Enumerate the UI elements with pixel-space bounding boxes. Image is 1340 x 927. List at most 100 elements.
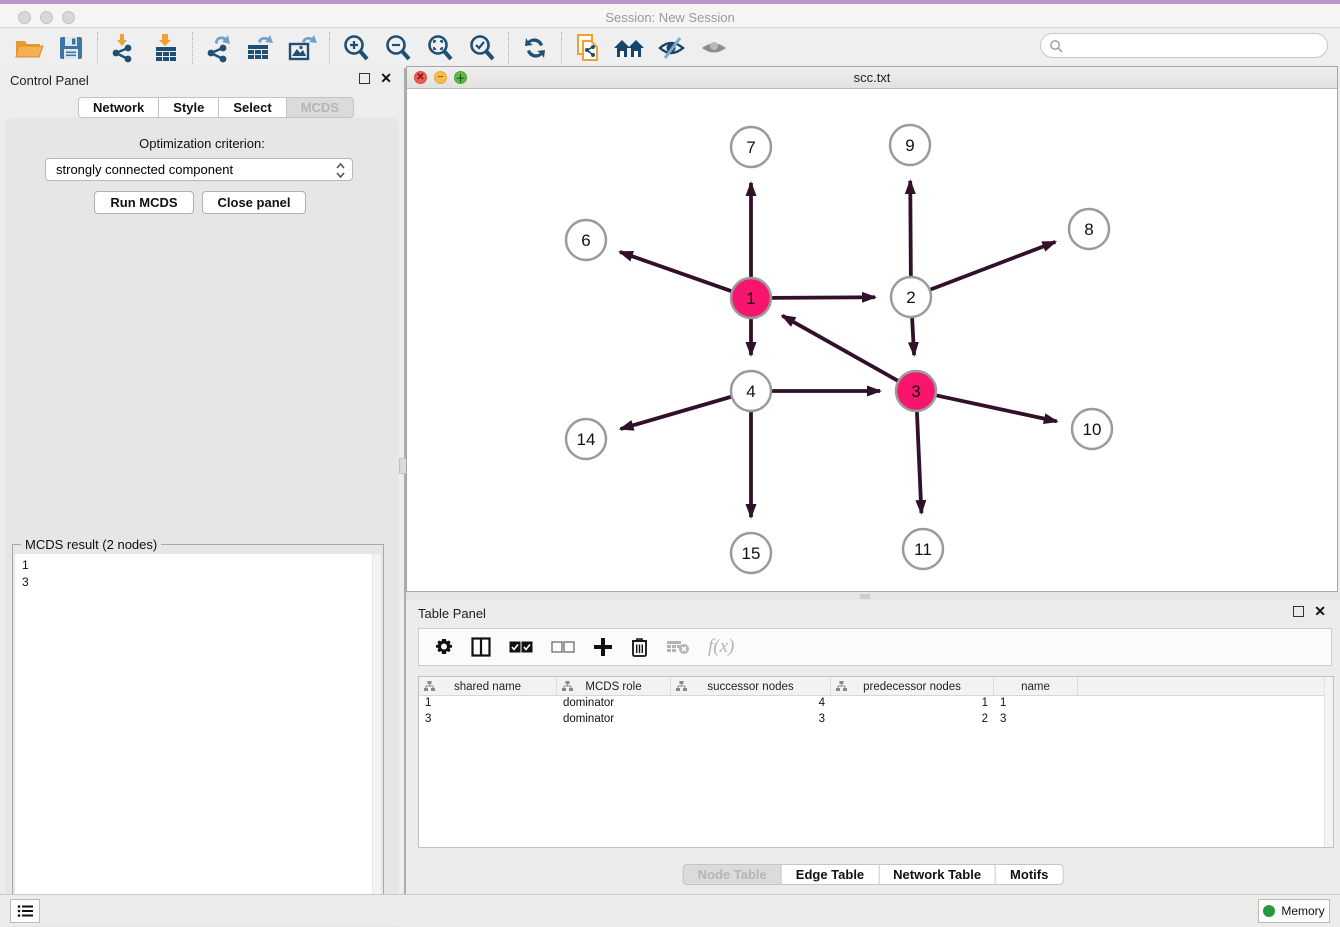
close-panel-button[interactable]: Close panel bbox=[202, 191, 306, 214]
open-session-button[interactable] bbox=[8, 30, 50, 66]
zoom-fit-button[interactable] bbox=[419, 30, 461, 66]
tab-style[interactable]: Style bbox=[159, 97, 219, 118]
show-column-button[interactable] bbox=[471, 637, 491, 657]
import-network-button[interactable] bbox=[103, 30, 145, 66]
export-table-button[interactable] bbox=[240, 30, 282, 66]
table-cell[interactable]: 1 bbox=[831, 696, 994, 712]
function-builder-button[interactable]: f(x) bbox=[708, 636, 734, 658]
trash-icon bbox=[631, 637, 648, 657]
tab-select[interactable]: Select bbox=[219, 97, 286, 118]
refresh-icon bbox=[522, 35, 548, 61]
table-row[interactable]: 1dominator411 bbox=[419, 696, 1333, 712]
edge-4-14[interactable] bbox=[621, 397, 731, 429]
column-header-successor-nodes[interactable]: successor nodes bbox=[671, 677, 831, 696]
zoom-in-icon bbox=[342, 34, 370, 62]
app-titlebar: Session: New Session bbox=[0, 0, 1340, 28]
edge-2-3[interactable] bbox=[912, 318, 914, 355]
network-window-titlebar[interactable]: ✕ − ＋ scc.txt bbox=[407, 67, 1337, 89]
horizontal-divider[interactable] bbox=[406, 592, 1340, 600]
task-history-button[interactable] bbox=[10, 899, 40, 923]
table-panel: Table Panel ✕ bbox=[406, 600, 1340, 894]
mcds-result-scrollbar[interactable] bbox=[372, 554, 381, 920]
network-graph[interactable]: 1234678910111415 bbox=[407, 89, 1337, 591]
mcds-result-text[interactable]: 1 3 bbox=[15, 554, 381, 920]
edge-2-9[interactable] bbox=[910, 181, 911, 276]
close-table-panel-icon[interactable]: ✕ bbox=[1314, 606, 1326, 617]
export-image-button[interactable] bbox=[282, 30, 324, 66]
search-input[interactable] bbox=[1063, 36, 1327, 56]
export-network-icon bbox=[205, 33, 233, 63]
table-row[interactable]: 3dominator323 bbox=[419, 712, 1333, 728]
node-label-10: 10 bbox=[1083, 420, 1102, 439]
table-tabs: Node TableEdge TableNetwork TableMotifs bbox=[683, 864, 1064, 885]
edge-3-10[interactable] bbox=[937, 395, 1057, 421]
zoom-selected-button[interactable] bbox=[461, 30, 503, 66]
delete-column-button[interactable] bbox=[631, 637, 648, 657]
tab-edge-table[interactable]: Edge Table bbox=[782, 864, 879, 885]
unchecked-boxes-icon bbox=[551, 641, 575, 654]
table-cell[interactable]: 3 bbox=[994, 712, 1078, 728]
column-header-predecessor-nodes[interactable]: predecessor nodes bbox=[831, 677, 994, 696]
zoom-selected-icon bbox=[468, 34, 496, 62]
edge-3-1[interactable] bbox=[782, 316, 897, 381]
save-session-button[interactable] bbox=[50, 30, 92, 66]
table-settings-button[interactable] bbox=[435, 638, 453, 656]
edge-1-2[interactable] bbox=[772, 297, 875, 298]
unselect-all-button[interactable] bbox=[551, 641, 575, 654]
edge-3-11[interactable] bbox=[917, 412, 921, 513]
table-cell[interactable]: dominator bbox=[557, 696, 671, 712]
tab-motifs[interactable]: Motifs bbox=[996, 864, 1063, 885]
node-table[interactable]: shared name MCDS role successor nodesprede… bbox=[418, 676, 1334, 848]
close-panel-icon[interactable]: ✕ bbox=[380, 73, 392, 84]
home-icon bbox=[613, 36, 647, 60]
table-cell[interactable]: 1 bbox=[419, 696, 557, 712]
tab-network[interactable]: Network bbox=[78, 97, 159, 118]
hierarchy-icon bbox=[676, 681, 687, 692]
select-all-button[interactable] bbox=[509, 641, 533, 654]
column-header-name[interactable]: name bbox=[994, 677, 1078, 696]
table-cell[interactable]: 4 bbox=[671, 696, 831, 712]
edge-1-6[interactable] bbox=[620, 252, 731, 291]
node-label-11: 11 bbox=[914, 540, 932, 559]
memory-button[interactable]: Memory bbox=[1258, 899, 1330, 923]
checked-boxes-icon bbox=[509, 641, 533, 654]
table-panel-title: Table Panel bbox=[418, 606, 486, 621]
tab-network-table[interactable]: Network Table bbox=[879, 864, 996, 885]
search-box[interactable] bbox=[1040, 33, 1328, 58]
column-label: name bbox=[1021, 681, 1050, 693]
column-label: MCDS role bbox=[585, 681, 641, 693]
float-table-panel-icon[interactable] bbox=[1293, 606, 1304, 617]
hide-eye-button[interactable] bbox=[651, 30, 693, 66]
mcds-result-title: MCDS result (2 nodes) bbox=[21, 537, 161, 552]
table-scrollbar[interactable] bbox=[1324, 677, 1333, 847]
dropdown-stepper-icon bbox=[335, 162, 346, 182]
edge-2-8[interactable] bbox=[931, 242, 1056, 290]
show-eye-button[interactable] bbox=[693, 30, 735, 66]
import-table-button[interactable] bbox=[145, 30, 187, 66]
optimization-criterion-dropdown[interactable]: strongly connected component bbox=[45, 158, 353, 181]
column-header-MCDS-role[interactable]: MCDS role bbox=[557, 677, 671, 696]
refresh-button[interactable] bbox=[514, 30, 556, 66]
node-label-3: 3 bbox=[911, 382, 920, 401]
float-panel-icon[interactable] bbox=[359, 73, 370, 84]
export-network-button[interactable] bbox=[198, 30, 240, 66]
tab-node-table[interactable]: Node Table bbox=[683, 864, 782, 885]
table-cell[interactable]: 2 bbox=[831, 712, 994, 728]
zoom-out-button[interactable] bbox=[377, 30, 419, 66]
table-cell[interactable]: 1 bbox=[994, 696, 1078, 712]
table-cell[interactable]: dominator bbox=[557, 712, 671, 728]
zoom-in-button[interactable] bbox=[335, 30, 377, 66]
home-network-button[interactable] bbox=[609, 30, 651, 66]
duplicate-network-button[interactable] bbox=[567, 30, 609, 66]
tab-mcds[interactable]: MCDS bbox=[287, 97, 354, 118]
table-cell[interactable]: 3 bbox=[671, 712, 831, 728]
delete-table-button[interactable] bbox=[666, 639, 690, 655]
plus-icon bbox=[593, 637, 613, 657]
add-column-button[interactable] bbox=[593, 637, 613, 657]
network-canvas[interactable]: 1234678910111415 bbox=[407, 89, 1337, 591]
column-header-shared-name[interactable]: shared name bbox=[419, 677, 557, 696]
hierarchy-icon bbox=[562, 681, 573, 692]
run-mcds-button[interactable]: Run MCDS bbox=[94, 191, 194, 214]
horizontal-divider-grip[interactable] bbox=[860, 594, 870, 599]
table-cell[interactable]: 3 bbox=[419, 712, 557, 728]
